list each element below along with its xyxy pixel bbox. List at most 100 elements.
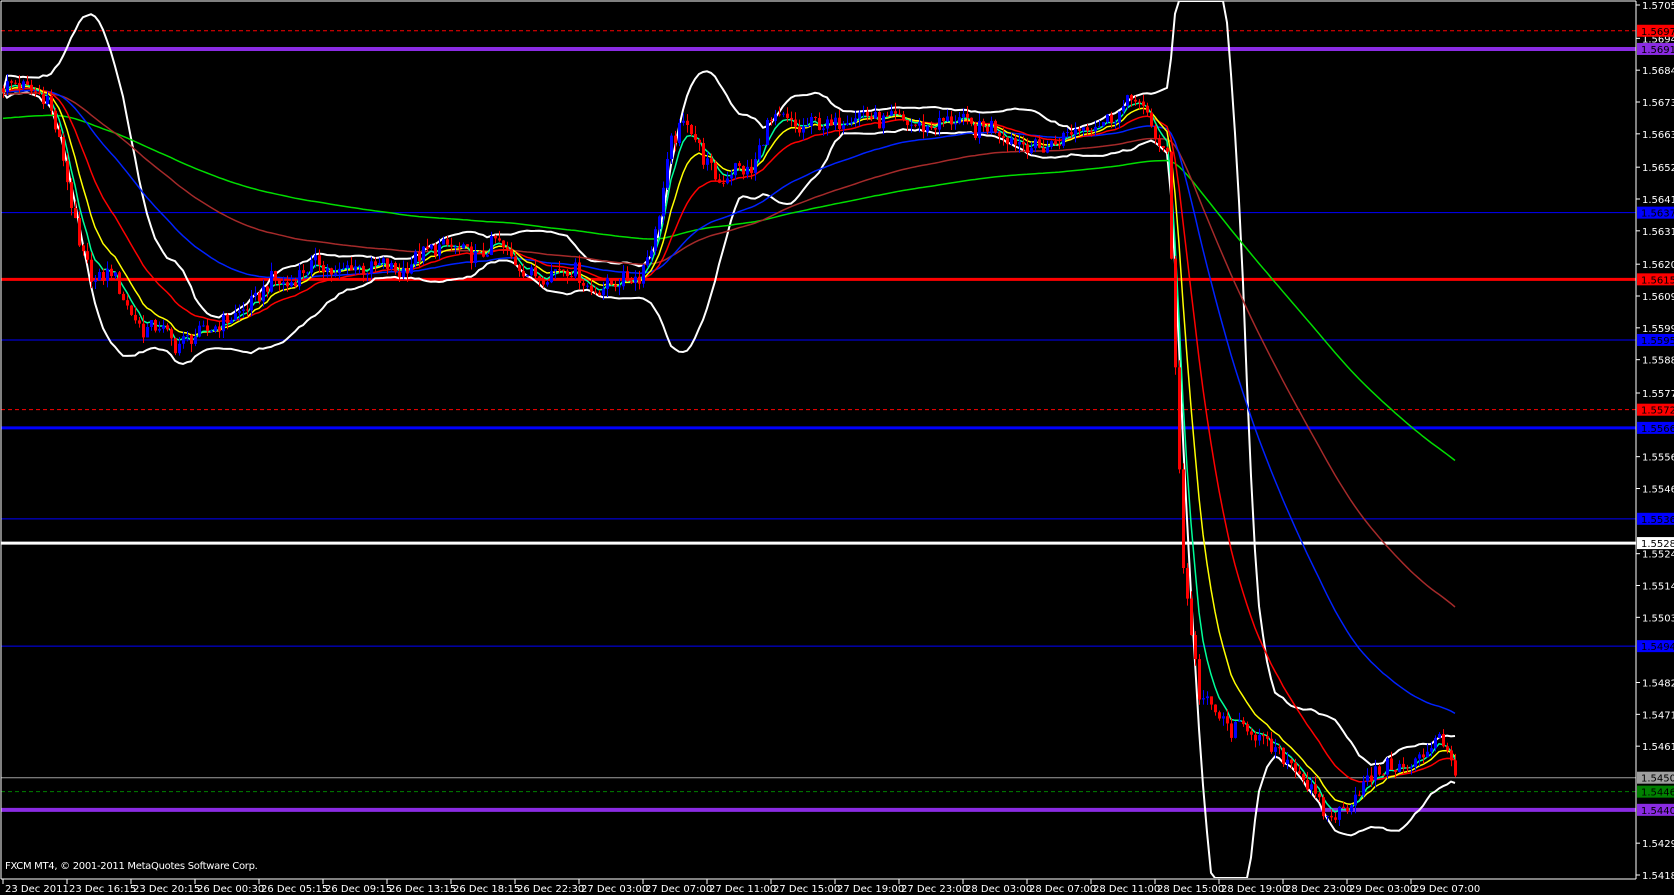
price-axis[interactable]: 1.570551.569451.568401.567351.566301.565… <box>1636 1 1674 882</box>
candle-body <box>242 309 245 312</box>
candle <box>874 105 877 119</box>
candle-body <box>982 121 985 127</box>
level-label: 1.55360 <box>1641 515 1674 526</box>
candle <box>118 270 121 295</box>
time-tick-label: 23 Dec 16:15 <box>69 884 136 895</box>
candle <box>886 111 889 117</box>
candle <box>926 124 929 137</box>
candle-body <box>970 117 973 124</box>
candle <box>1426 743 1429 758</box>
price-tick-label: 1.57055 <box>1642 1 1674 12</box>
candle-body <box>214 326 217 332</box>
candle <box>1154 123 1157 145</box>
candle-body <box>106 268 109 281</box>
candle-body <box>718 179 721 183</box>
candle <box>898 109 901 116</box>
candle-body <box>490 236 493 255</box>
candle <box>346 260 349 275</box>
candle-body <box>1414 758 1417 767</box>
candle <box>1438 732 1441 739</box>
candle-body <box>1010 138 1013 145</box>
candle-body <box>1122 105 1125 112</box>
candle-body <box>30 84 33 92</box>
candle-body <box>1034 139 1037 149</box>
candle-body <box>1154 126 1157 139</box>
candle-body <box>130 305 133 315</box>
candle-body <box>974 123 977 138</box>
candle-body <box>1090 130 1093 132</box>
candle-body <box>174 338 177 354</box>
candle-body <box>926 126 929 132</box>
candle <box>774 109 777 126</box>
candle-body <box>414 251 417 265</box>
candle <box>1030 141 1033 155</box>
candle <box>1398 760 1401 773</box>
candle-body <box>1098 126 1101 128</box>
moving-average-line <box>2 85 1456 805</box>
candle <box>1442 729 1445 748</box>
candle-body <box>582 282 585 286</box>
candle-body <box>790 117 793 120</box>
candle <box>270 262 273 293</box>
candle <box>858 110 861 127</box>
price-tick-label: 1.56310 <box>1642 227 1674 238</box>
candle-body <box>1222 716 1225 719</box>
candle <box>154 318 157 333</box>
candle-body <box>6 81 9 93</box>
candle <box>1206 691 1209 705</box>
candle-body <box>386 258 389 269</box>
candle <box>678 119 681 147</box>
candle <box>430 244 433 251</box>
time-tick-label: 26 Dec 09:15 <box>325 884 392 895</box>
candle-body <box>1282 747 1285 765</box>
candle-body <box>466 244 469 247</box>
candle <box>162 319 165 333</box>
candle <box>166 323 169 332</box>
candle-body <box>202 325 205 327</box>
bollinger-upper-band <box>2 1 1456 767</box>
candle-body <box>990 120 993 132</box>
candle <box>586 283 589 289</box>
candle-body <box>1110 114 1113 123</box>
candle-body <box>1454 760 1457 776</box>
candle-body <box>162 325 165 329</box>
candle <box>1118 111 1121 129</box>
candle-body <box>1114 122 1117 124</box>
candle-body <box>478 251 481 253</box>
candle <box>802 118 805 141</box>
candle <box>1046 140 1049 154</box>
candle-body <box>1298 771 1301 774</box>
candle-body <box>1314 784 1317 794</box>
price-tick-label: 1.55885 <box>1642 356 1674 367</box>
price-chart[interactable]: 1.570551.569451.568401.567351.566301.565… <box>0 0 1674 895</box>
candle <box>646 250 649 268</box>
candle <box>222 311 225 339</box>
candle-body <box>1338 806 1341 820</box>
candle <box>502 240 505 254</box>
candle-body <box>734 163 737 176</box>
candle-body <box>138 320 141 324</box>
level-labels: 1.56970 1.56910 1.56370 1.56150 1.55950 1.557… <box>1637 24 1674 817</box>
candle <box>834 112 837 131</box>
time-axis[interactable]: 23 Dec 2011 23 Dec 16:1523 Dec 20:1526 De… <box>2 879 1480 895</box>
time-tick-label: 27 Dec 11:00 <box>709 884 776 895</box>
candle-body <box>1258 735 1261 741</box>
candle-body <box>1382 774 1385 776</box>
candle-body <box>498 238 501 241</box>
candle-body <box>1274 747 1277 752</box>
candle-body <box>1038 139 1041 148</box>
candle-body <box>938 117 941 130</box>
candle-body <box>598 292 601 296</box>
candle <box>950 111 953 130</box>
candle-body <box>126 300 129 306</box>
candle <box>734 162 737 180</box>
candle <box>342 262 345 271</box>
candle-body <box>110 268 113 277</box>
candle <box>1198 654 1201 705</box>
candle <box>194 328 197 347</box>
candle-body <box>898 113 901 115</box>
candle <box>106 261 109 288</box>
candle <box>578 255 581 290</box>
candle <box>1282 747 1285 767</box>
candle-body <box>610 278 613 285</box>
